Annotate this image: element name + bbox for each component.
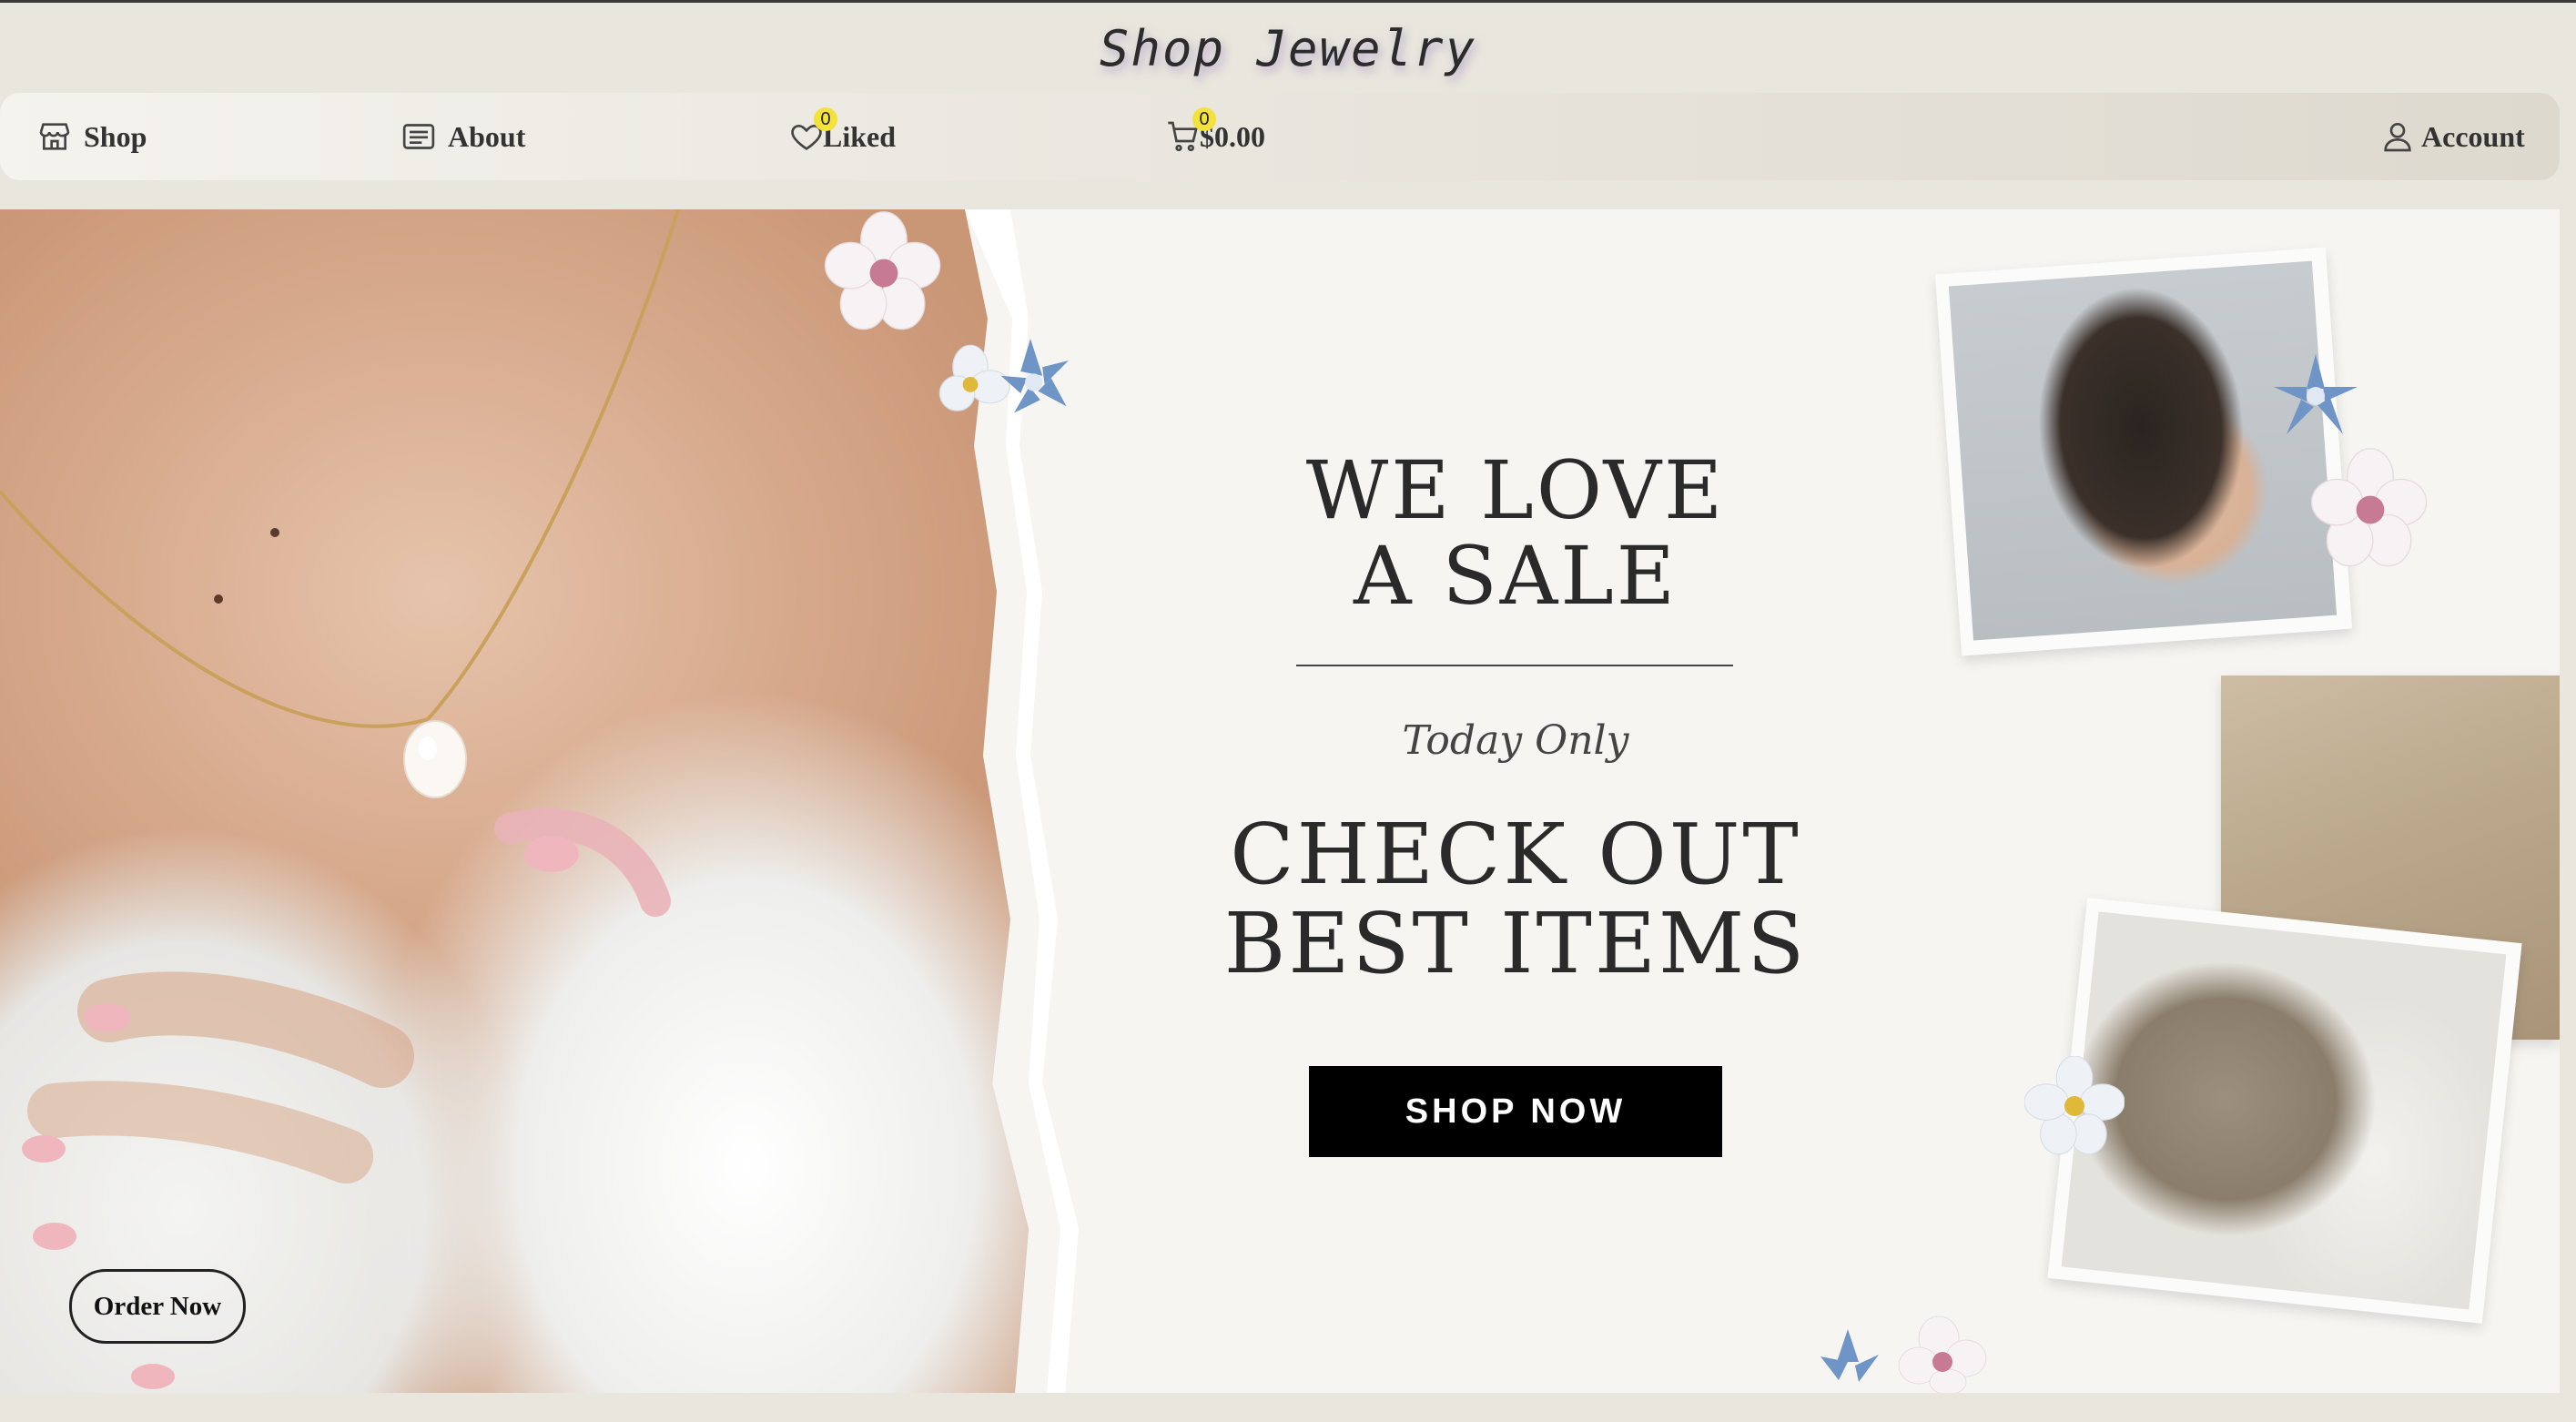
today-only-subhead: Today Only — [1402, 717, 1629, 764]
nav-account-label: Account — [2421, 119, 2525, 153]
blue-flower-icon — [938, 339, 1069, 413]
main-navbar: Shop About 0 Liked 0 $0.00 Account — [0, 93, 2560, 180]
headline-divider — [1296, 665, 1733, 666]
white-yellow-flower-icon — [2024, 1056, 2125, 1155]
liked-count-badge: 0 — [814, 107, 837, 131]
white-flower-icon — [824, 211, 941, 330]
sale-headline: WE LOVE A SALE — [1305, 443, 1726, 623]
necklace-illustration — [0, 209, 680, 1389]
nav-cart[interactable]: 0 $0.00 — [1165, 93, 1265, 180]
blue-flower-icon-2 — [2274, 354, 2358, 434]
store-icon — [39, 123, 70, 150]
site-title: Shop Jewelry — [1099, 20, 1477, 77]
white-flower-icon-2 — [2310, 448, 2428, 567]
nav-about[interactable]: About — [401, 93, 525, 180]
newspaper-icon — [402, 124, 435, 149]
order-now-button[interactable]: Order Now — [69, 1269, 246, 1344]
nav-shop[interactable]: Shop — [36, 93, 147, 180]
photo-earring-model — [1948, 260, 2338, 641]
polaroid-earring-model — [1934, 247, 2353, 656]
bottom-flowers-icon — [1820, 1315, 1987, 1393]
nav-account[interactable]: Account — [2379, 93, 2525, 180]
hero-banner: WE LOVE A SALE Today Only CHECK OUT BEST… — [0, 209, 2560, 1393]
nav-liked[interactable]: 0 Liked — [788, 93, 896, 180]
cart-count-badge: 0 — [1192, 107, 1216, 131]
nav-about-label: About — [448, 119, 526, 153]
top-border — [0, 0, 2576, 3]
nav-shop-label: Shop — [84, 119, 147, 153]
photo-pearl-necklace — [2061, 911, 2507, 1310]
shop-now-button[interactable]: SHOP NOW — [1309, 1066, 1722, 1157]
check-out-headline: CHECK OUT BEST ITEMS — [1223, 806, 1808, 992]
user-icon — [2384, 123, 2411, 152]
